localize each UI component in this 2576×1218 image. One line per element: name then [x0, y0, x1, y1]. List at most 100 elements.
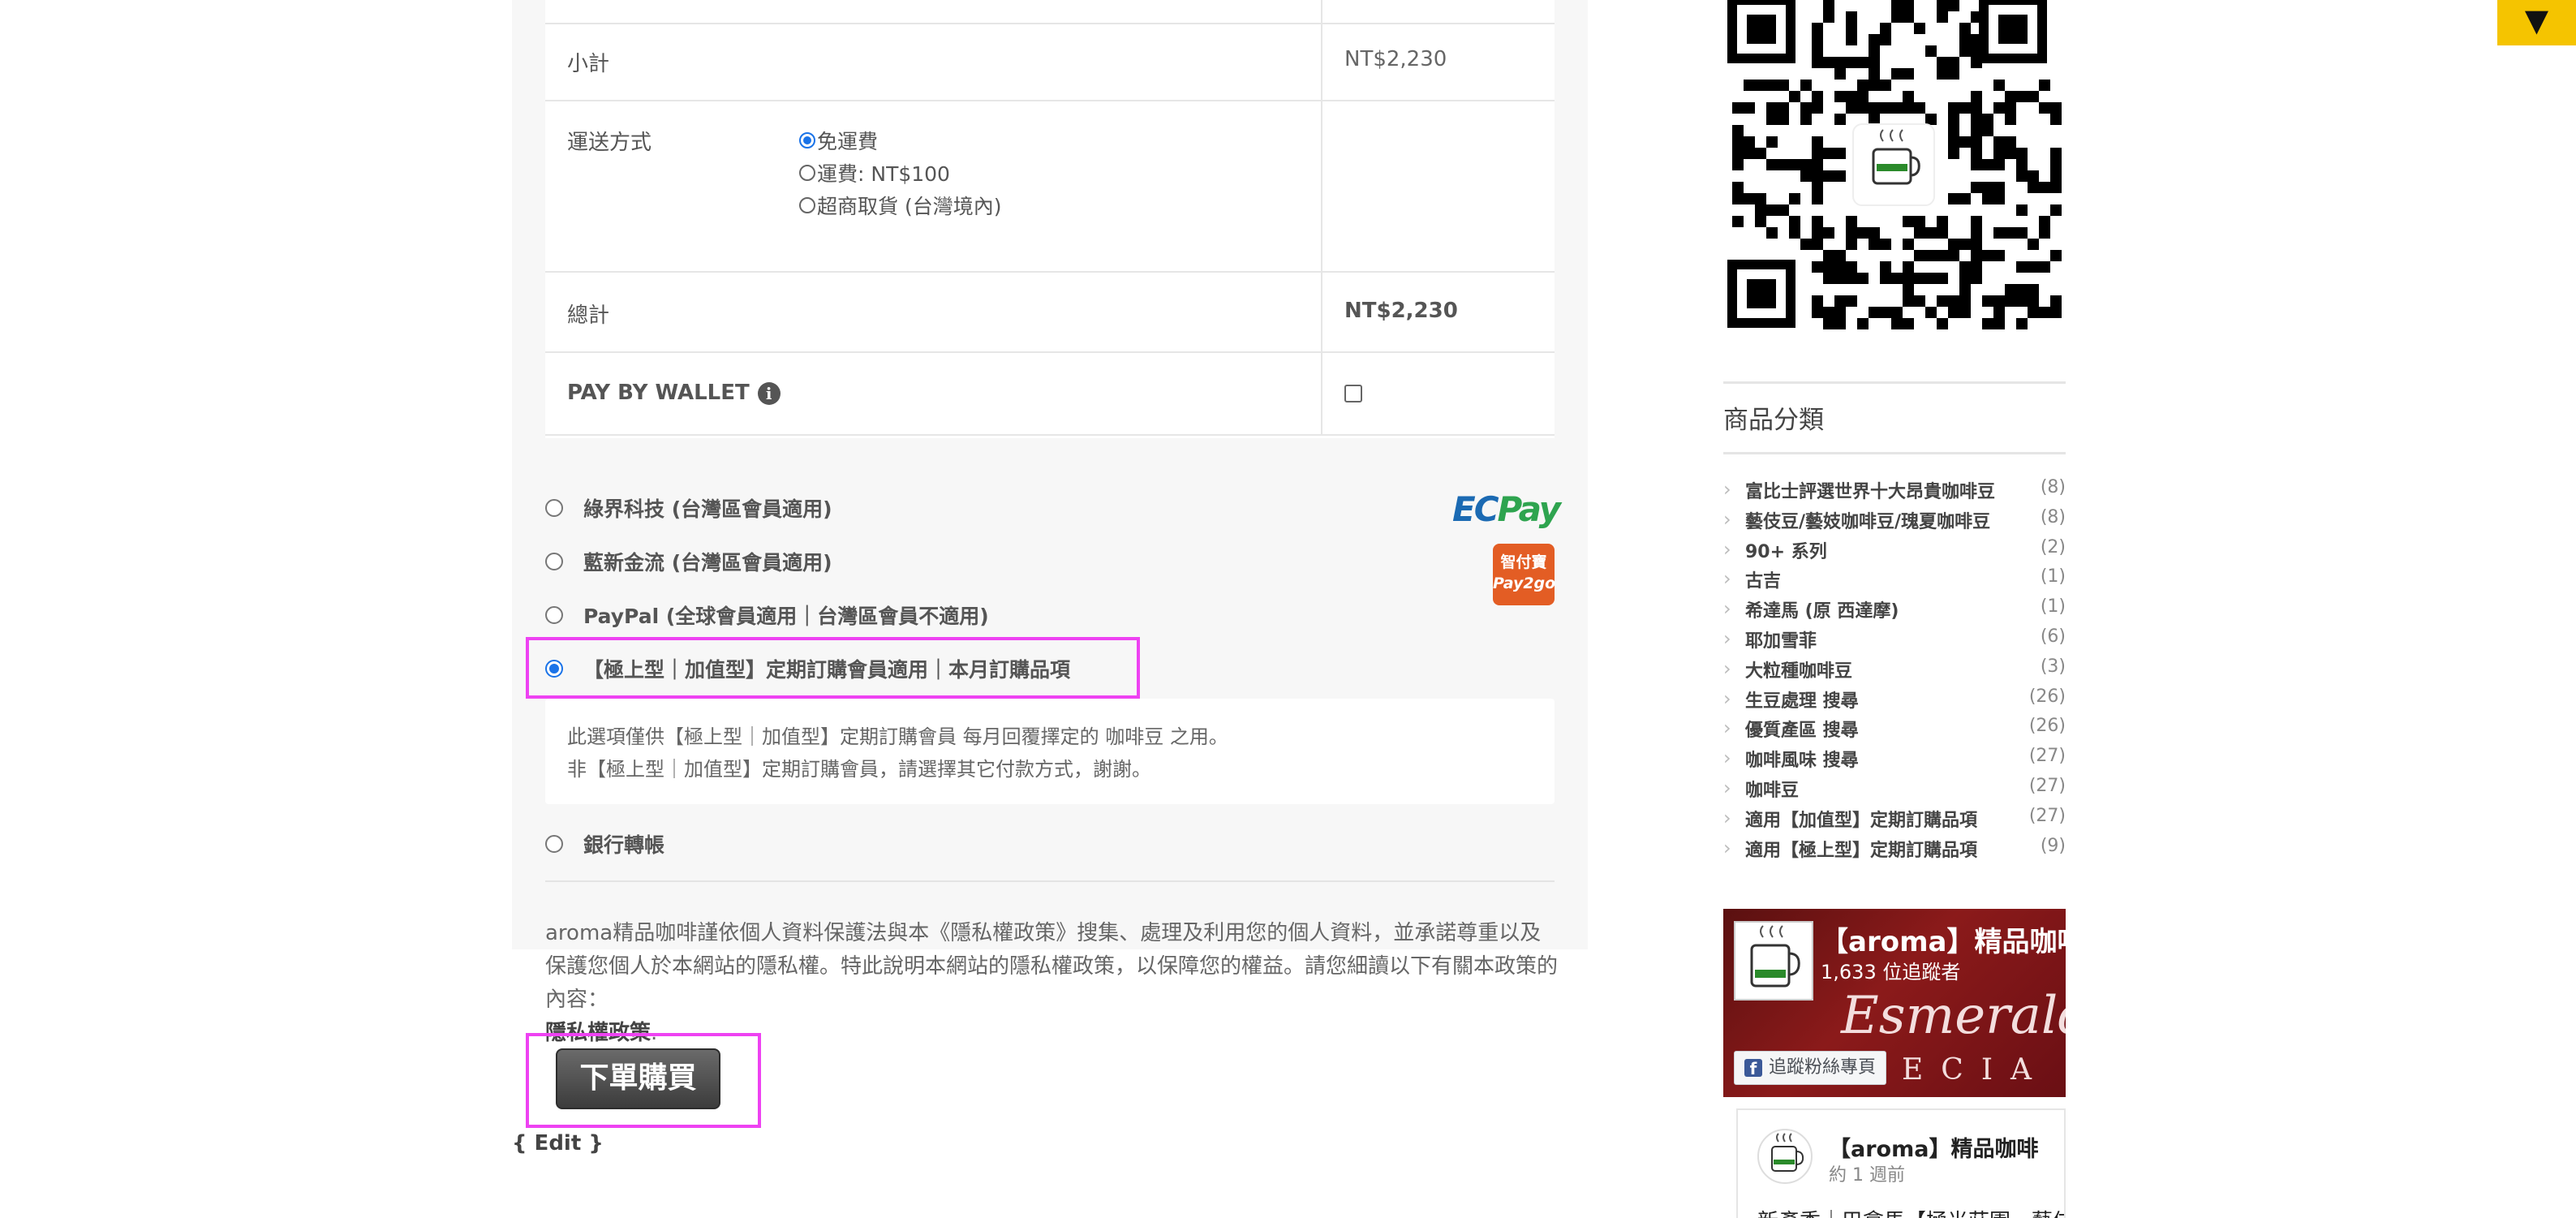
- chevron-right-icon: ›: [1723, 806, 1731, 829]
- shipping-radio[interactable]: [799, 165, 815, 181]
- category-name[interactable]: 大粒種咖啡豆: [1745, 656, 1852, 682]
- subtotal-label: 小計: [567, 52, 610, 76]
- payment-radio[interactable]: [545, 553, 563, 570]
- category-item[interactable]: › 古吉 (1): [1723, 565, 2066, 595]
- category-name[interactable]: 藝伎豆/藝妓咖啡豆/瑰夏咖啡豆: [1745, 507, 1990, 533]
- divider: [1723, 381, 2066, 384]
- category-item[interactable]: › 適用【極上型】定期訂購品項 (9): [1723, 834, 2066, 864]
- follow-page-button[interactable]: f 追蹤粉絲專頁: [1734, 1051, 1887, 1085]
- category-count: (26): [2028, 686, 2066, 707]
- category-item[interactable]: › 咖啡豆 (27): [1723, 774, 2066, 804]
- avatar[interactable]: [1757, 1129, 1813, 1184]
- ecpay-logo: ECPay: [1452, 489, 1561, 529]
- category-item[interactable]: › 希達馬 (原 西達摩) (1): [1723, 595, 2066, 625]
- category-count: (2): [2040, 536, 2066, 557]
- category-count: (26): [2028, 716, 2066, 737]
- chevron-right-icon: ›: [1723, 836, 1731, 859]
- cover-special-text: ECIA: [1902, 1053, 2050, 1087]
- category-name[interactable]: 生豆處理 搜尋: [1745, 686, 1859, 712]
- facebook-followers: 1,633 位追蹤者: [1821, 961, 1961, 983]
- cover-script-text: Esmeralda: [1841, 986, 2066, 1046]
- shipping-radio[interactable]: [799, 132, 815, 148]
- chevron-right-icon: ›: [1723, 656, 1731, 680]
- subtotal-row: 小計 NT$2,230: [545, 24, 1555, 101]
- payment-option-ecpay[interactable]: 綠界科技 (台灣區會員適用): [545, 493, 832, 523]
- category-item[interactable]: › 耶加雪菲 (6): [1723, 625, 2066, 655]
- category-count: (9): [2040, 835, 2066, 856]
- chevron-right-icon: ›: [1723, 686, 1731, 710]
- post-time[interactable]: 約 1 週前: [1829, 1160, 1905, 1186]
- shipping-option-fee[interactable]: 運費: NT$100: [799, 158, 950, 187]
- category-item[interactable]: › 生豆處理 搜尋 (26): [1723, 685, 2066, 715]
- category-name[interactable]: 適用【加值型】定期訂購品項: [1745, 806, 1977, 832]
- highlight-box: [526, 1033, 761, 1128]
- privacy-notice: aroma精品咖啡謹依個人資料保護法與本《隱私權政策》搜集、處理及利用您的個人資…: [545, 921, 1559, 1045]
- info-icon[interactable]: i: [757, 381, 781, 405]
- chevron-right-icon: ›: [1723, 478, 1731, 501]
- category-count: (1): [2040, 596, 2066, 618]
- shipping-row: 運送方式: [545, 101, 1555, 273]
- category-item[interactable]: › 優質產區 搜尋 (26): [1723, 714, 2066, 744]
- payment-description: 此選項僅供【極上型｜加值型】定期訂購會員 每月回覆擇定的 咖啡豆 之用。 非【極…: [545, 699, 1555, 804]
- category-item[interactable]: › 適用【加值型】定期訂購品項 (27): [1723, 804, 2066, 834]
- payment-option-bank-transfer[interactable]: 銀行轉帳: [545, 829, 664, 859]
- category-name[interactable]: 90+ 系列: [1745, 537, 1827, 563]
- category-name[interactable]: 富比士評選世界十大昂貴咖啡豆: [1745, 477, 1995, 503]
- total-row: 總計 NT$2,230: [545, 273, 1555, 353]
- category-name[interactable]: 優質產區 搜尋: [1745, 716, 1859, 742]
- pay-by-wallet-checkbox[interactable]: [1344, 385, 1362, 402]
- facebook-post[interactable]: 【aroma】精品咖啡 約 1 週前 新產季｜巴拿馬【極光莊園 - 藝伎: [1736, 1108, 2066, 1218]
- category-count: (27): [2028, 776, 2066, 796]
- chevron-right-icon: ›: [1723, 717, 1731, 740]
- chevron-right-icon: ›: [1723, 567, 1731, 591]
- category-item[interactable]: › 藝伎豆/藝妓咖啡豆/瑰夏咖啡豆 (8): [1723, 506, 2066, 536]
- payment-radio[interactable]: [545, 835, 563, 853]
- shipping-option-store[interactable]: 超商取貨 (台灣境內): [799, 191, 1001, 220]
- payment-description-line: 非【極上型｜加值型】定期訂購會員，請選擇其它付款方式，謝謝。: [567, 758, 1151, 781]
- highlight-box: [526, 637, 1140, 699]
- category-name[interactable]: 適用【極上型】定期訂購品項: [1745, 836, 1977, 862]
- payment-option-paypal[interactable]: PayPal (全球會員適用｜台灣區會員不適用): [545, 600, 989, 630]
- edit-link[interactable]: { Edit }: [512, 1131, 604, 1156]
- chevron-right-icon: ›: [1723, 507, 1731, 531]
- chevron-right-icon: ›: [1723, 747, 1731, 770]
- category-name[interactable]: 古吉: [1745, 566, 1781, 592]
- category-item[interactable]: › 大粒種咖啡豆 (3): [1723, 655, 2066, 685]
- payment-radio[interactable]: [545, 606, 563, 624]
- post-author[interactable]: 【aroma】精品咖啡: [1829, 1131, 2038, 1163]
- category-count: (6): [2040, 626, 2066, 647]
- facebook-icon: f: [1744, 1059, 1762, 1078]
- category-count: (27): [2028, 805, 2066, 826]
- category-name[interactable]: 咖啡風味 搜尋: [1745, 746, 1859, 772]
- wallet-row: PAY BY WALLET i: [545, 353, 1555, 436]
- category-name[interactable]: 耶加雪菲: [1745, 626, 1817, 652]
- post-text: 新產季｜巴拿馬【極光莊園 - 藝伎: [1757, 1205, 2064, 1218]
- category-name[interactable]: 咖啡豆: [1745, 776, 1799, 802]
- facebook-page-banner[interactable]: 【aroma】精品咖啡 1,633 位追蹤者 Esmeralda ECIA f追…: [1723, 909, 2066, 1097]
- category-item[interactable]: › 90+ 系列 (2): [1723, 536, 2066, 566]
- payment-radio[interactable]: [545, 499, 563, 517]
- total-label: 總計: [567, 303, 610, 328]
- category-count: (27): [2028, 746, 2066, 767]
- shipping-option-free[interactable]: 免運費: [799, 126, 878, 155]
- divider: [1723, 452, 2066, 454]
- category-name[interactable]: 希達馬 (原 西達摩): [1745, 596, 1899, 622]
- total-value: NT$2,230: [1344, 299, 1458, 323]
- shipping-label: 運送方式: [567, 131, 652, 155]
- category-item[interactable]: › 富比士評選世界十大昂貴咖啡豆 (8): [1723, 476, 2066, 506]
- subtotal-value: NT$2,230: [1344, 47, 1447, 71]
- table-row: [545, 0, 1555, 24]
- pay2go-logo: 智付寶 Pay2go: [1493, 544, 1555, 605]
- scroll-toggle-button[interactable]: ▼: [2497, 0, 2576, 45]
- category-count: (1): [2040, 566, 2066, 587]
- chevron-right-icon: ›: [1723, 777, 1731, 799]
- payment-option-newebpay[interactable]: 藍新金流 (台灣區會員適用): [545, 547, 832, 576]
- qr-center-logo: [1852, 123, 1935, 206]
- category-item[interactable]: › 咖啡風味 搜尋 (27): [1723, 744, 2066, 774]
- shipping-radio[interactable]: [799, 197, 815, 213]
- facebook-page-logo[interactable]: [1734, 921, 1813, 1001]
- chevron-right-icon: ›: [1723, 537, 1731, 561]
- facebook-page-name[interactable]: 【aroma】精品咖啡: [1821, 919, 2066, 959]
- order-totals-table: 小計 NT$2,230 運送方式 總計 NT$2,230 PAY BY WALL…: [545, 0, 1555, 438]
- divider: [545, 880, 1555, 882]
